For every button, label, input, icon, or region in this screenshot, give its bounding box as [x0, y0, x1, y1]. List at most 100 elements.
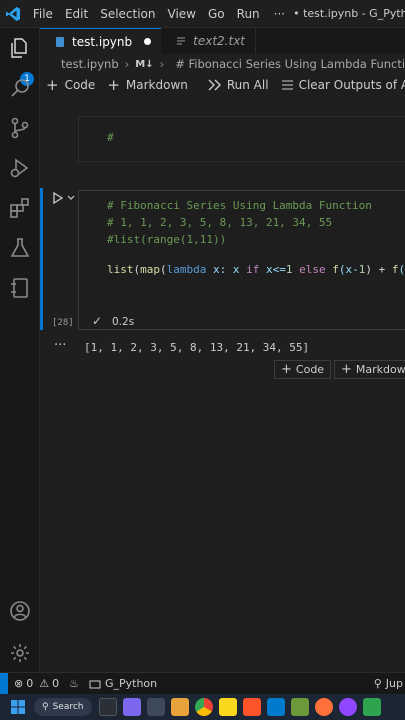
code-cell-1[interactable]: # [78, 116, 405, 162]
taskview-icon[interactable] [98, 698, 117, 716]
token: x<= [259, 263, 286, 276]
workspace-name[interactable]: G_Python [105, 677, 157, 690]
jupyter-status[interactable]: Jup [386, 677, 403, 690]
unsaved-dot-icon[interactable] [144, 38, 152, 45]
notebook-file-icon [56, 36, 64, 47]
run-debug-icon[interactable] [8, 156, 32, 180]
accounts-icon[interactable] [9, 600, 31, 622]
plus-icon: + [107, 76, 120, 94]
notebook-toolbar: + Code + Markdown Run All Clear Outputs … [40, 74, 405, 96]
token: list [107, 263, 134, 276]
error-count[interactable]: 0 [26, 677, 33, 690]
windows-start-icon[interactable] [10, 699, 26, 715]
chevron-right-icon: › [159, 57, 165, 71]
menu-more-button[interactable]: ··· [266, 7, 293, 21]
search-label: Search [52, 702, 84, 712]
vscode-taskbar-icon[interactable] [266, 698, 285, 716]
source-control-icon[interactable] [8, 116, 32, 140]
button-label: Markdown [355, 363, 405, 376]
app-icon[interactable] [362, 698, 381, 716]
menu-file[interactable]: File [27, 7, 59, 21]
error-icon[interactable]: ⊗ [14, 677, 23, 690]
title-bar: File Edit Selection View Go Run ··· • te… [0, 0, 405, 28]
ports-icon[interactable]: ♨ [69, 677, 79, 690]
code-line[interactable]: # Fibonacci Series Using Lambda Function [107, 199, 372, 212]
run-all-button[interactable]: Run All [208, 78, 269, 92]
clear-outputs-button[interactable]: Clear Outputs of All Cells [281, 78, 405, 92]
remote-indicator[interactable] [0, 673, 8, 694]
menu-go[interactable]: Go [202, 7, 231, 21]
firefox-icon[interactable] [314, 698, 333, 716]
add-code-cell-below-button[interactable]: + Code [274, 360, 332, 379]
app-icon[interactable] [338, 698, 357, 716]
brave-icon[interactable] [242, 698, 261, 716]
button-label: Markdown [125, 78, 188, 92]
teams-icon[interactable] [122, 698, 141, 716]
success-check-icon: ✓ [92, 314, 103, 328]
status-bar: ⊗ 0 ⚠ 0 ♨ G_Python ⚲ Jup [0, 672, 405, 694]
testing-flask-icon[interactable] [8, 236, 32, 260]
explorer-icon[interactable] [8, 36, 32, 60]
folder-icon [89, 680, 101, 688]
text-file-icon [177, 37, 186, 45]
widgets-icon[interactable] [146, 698, 165, 716]
breadcrumb-section[interactable]: # Fibonacci Series Using Lambda Function [175, 57, 405, 71]
plus-icon: + [281, 362, 292, 377]
app-icon[interactable] [290, 698, 309, 716]
token: f [391, 263, 399, 276]
settings-gear-icon[interactable] [9, 642, 31, 664]
tab-test-ipynb[interactable]: test.ipynb [40, 28, 162, 54]
menu-selection[interactable]: Selection [94, 7, 161, 21]
cell-focus-indicator [40, 188, 43, 330]
button-label: Code [295, 363, 325, 376]
add-markdown-cell-button[interactable]: + Markdown [107, 76, 188, 94]
search-icon: ⚲ [42, 702, 49, 712]
warning-icon[interactable]: ⚠ [39, 677, 49, 690]
code-line[interactable]: #list(range(1,11)) [107, 233, 226, 246]
search-icon[interactable] [8, 76, 32, 100]
tab-label: test.ipynb [72, 34, 133, 49]
run-all-icon [208, 79, 221, 91]
chevron-right-icon: › [124, 57, 130, 71]
file-explorer-icon[interactable] [170, 698, 189, 716]
code-line[interactable]: list(map(lambda x: x if x<=1 else f(x-1)… [107, 263, 405, 276]
menu-run[interactable]: Run [231, 7, 266, 21]
breadcrumb-file[interactable]: test.ipynb [61, 57, 119, 71]
token: x: x [206, 263, 247, 276]
code-cell-2[interactable]: # Fibonacci Series Using Lambda Function… [78, 190, 405, 330]
token: 1 [285, 263, 293, 276]
tab-text2-txt[interactable]: text2.txt [161, 28, 256, 54]
token: map [140, 263, 160, 276]
token: if [246, 263, 260, 276]
chevron-down-icon[interactable] [66, 193, 76, 203]
breadcrumb: test.ipynb › M↓ › # Fibonacci Series Usi… [40, 54, 405, 74]
run-cell-icon[interactable] [52, 192, 64, 204]
execution-time: 0.2s [112, 316, 135, 328]
button-label: Clear Outputs of All Cells [298, 78, 405, 92]
add-markdown-cell-below-button[interactable]: + Markdown [334, 360, 405, 379]
bell-icon[interactable]: ⚲ [374, 677, 382, 690]
code-line[interactable]: # 1, 1, 2, 3, 5, 8, 13, 21, 34, 55 [107, 216, 332, 229]
add-code-cell-button[interactable]: + Code [46, 76, 95, 94]
chrome-icon[interactable] [194, 698, 213, 716]
jupyter-notebook-icon[interactable] [8, 276, 32, 300]
token: else [299, 263, 326, 276]
output-more-icon[interactable]: ··· [54, 338, 66, 353]
token: lambda [166, 263, 207, 276]
token: f [332, 263, 339, 276]
window-title: • test.ipynb - G_Pyth [293, 7, 405, 20]
code-line[interactable]: # [107, 131, 114, 144]
windows-taskbar: ⚲ Search [0, 694, 405, 720]
taskbar-search[interactable]: ⚲ Search [34, 698, 92, 716]
folder-icon[interactable] [218, 698, 237, 716]
menu-view[interactable]: View [162, 7, 202, 21]
extensions-icon[interactable] [8, 196, 32, 220]
button-label: Run All [226, 78, 269, 92]
execution-count: [28] [52, 318, 74, 328]
warning-count[interactable]: 0 [52, 677, 59, 690]
cell-output: [1, 1, 2, 3, 5, 8, 13, 21, 34, 55] [84, 341, 310, 354]
menu-edit[interactable]: Edit [59, 7, 94, 21]
token: (x- [338, 263, 359, 276]
token: (x [398, 263, 405, 276]
vscode-logo-icon [0, 0, 27, 28]
